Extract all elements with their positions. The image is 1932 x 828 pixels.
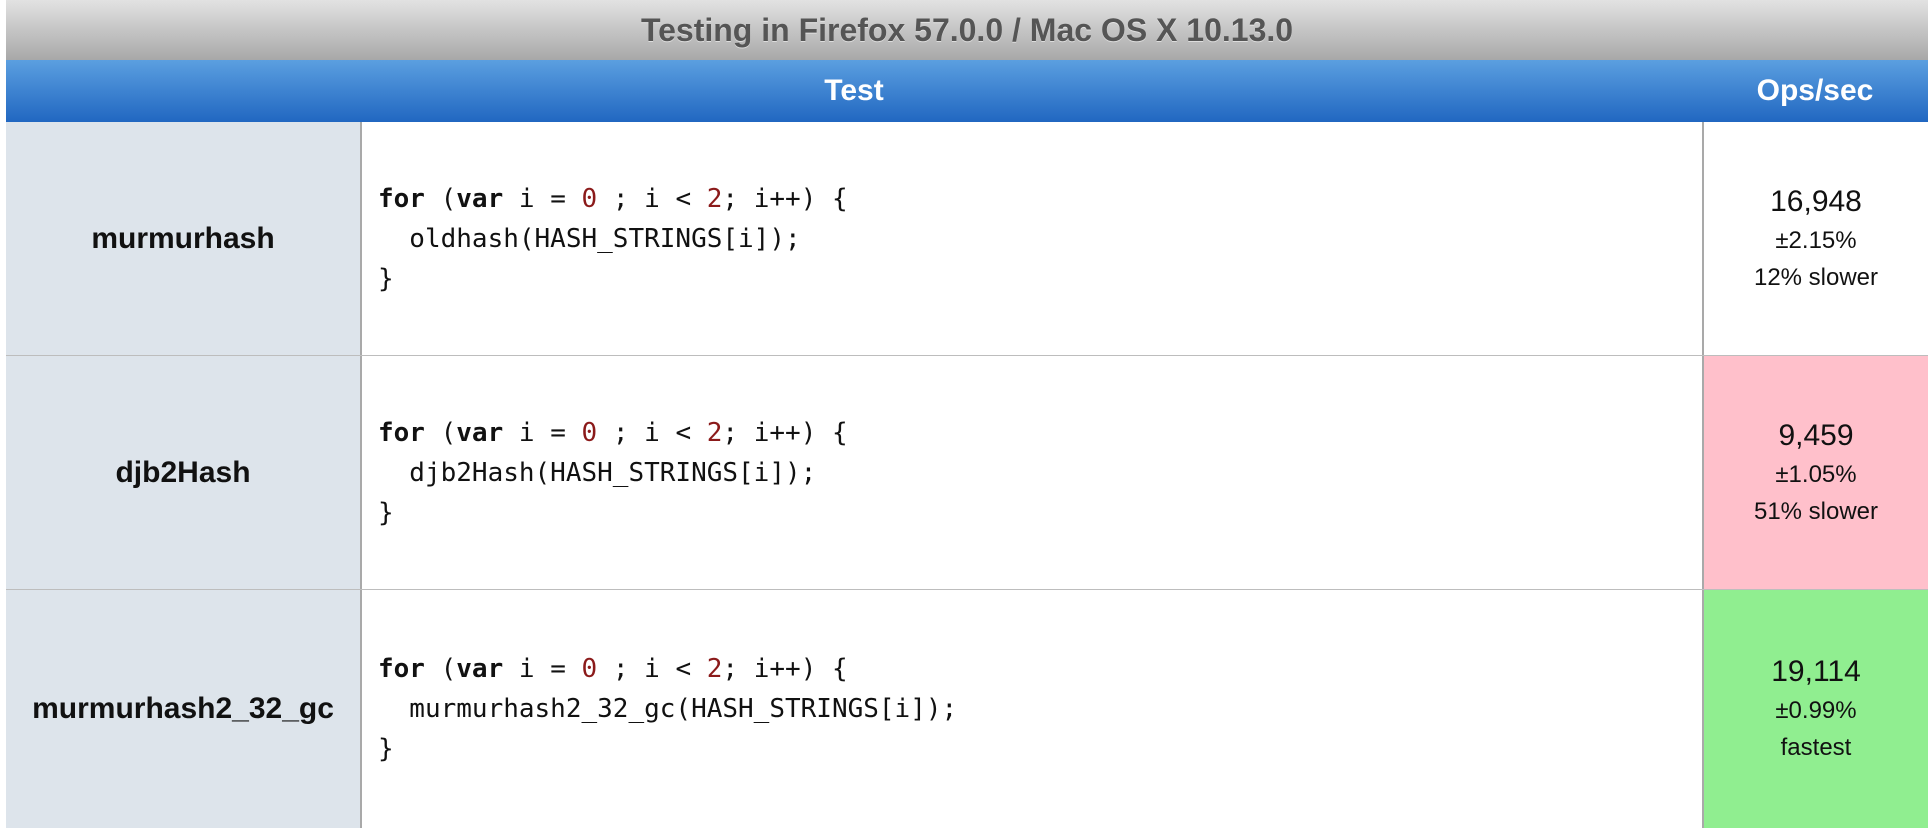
table-row: murmurhash for (var i = 0 ; i < 2; i++) … [6,122,1928,356]
test-name-cell: murmurhash [6,122,360,356]
code-text: ( [424,654,457,684]
code-body-line: djb2Hash(HASH_STRINGS[i]); [378,458,817,488]
code-snippet: for (var i = 0 ; i < 2; i++) { djb2Hash(… [378,413,848,533]
column-header-ops-label: Ops/sec [1756,74,1874,107]
page-title: Testing in Firefox 57.0.0 / Mac OS X 10.… [640,11,1294,48]
code-keyword: var [456,418,504,448]
code-text: ; i < [597,184,707,214]
code-keyword: for [378,418,425,448]
code-close-line: } [378,498,394,528]
code-close-line: } [378,734,394,764]
code-text: ; i++) { [722,654,848,684]
code-snippet: for (var i = 0 ; i < 2; i++) { oldhash(H… [378,179,848,299]
test-name-cell: djb2Hash [6,356,360,590]
ops-value: 9,459 [1778,419,1854,452]
code-text: i = [503,418,582,448]
code-body-line: oldhash(HASH_STRINGS[i]); [378,224,801,254]
results-table: Testing in Firefox 57.0.0 / Mac OS X 10.… [6,0,1928,828]
ops-value: 16,948 [1770,185,1862,218]
column-header-test-label: Test [824,74,884,107]
test-code-cell: for (var i = 0 ; i < 2; i++) { murmurhas… [360,590,1702,828]
code-number: 0 [581,184,598,214]
title-bar: Testing in Firefox 57.0.0 / Mac OS X 10.… [6,0,1928,60]
code-number: 2 [706,654,723,684]
code-keyword: var [456,654,504,684]
code-number: 0 [581,654,598,684]
code-text: i = [503,184,582,214]
code-text: ; i < [597,654,707,684]
ops-error: ±0.99% [1775,697,1857,724]
ops-cell: 9,459 ±1.05% 51% slower [1702,356,1928,590]
table-row: murmurhash2_32_gc for (var i = 0 ; i < 2… [6,590,1928,828]
test-code-cell: for (var i = 0 ; i < 2; i++) { oldhash(H… [360,122,1702,356]
code-snippet: for (var i = 0 ; i < 2; i++) { murmurhas… [378,649,957,769]
test-code-cell: for (var i = 0 ; i < 2; i++) { djb2Hash(… [360,356,1702,590]
ops-cell: 19,114 ±0.99% fastest [1702,590,1928,828]
ops-cell: 16,948 ±2.15% 12% slower [1702,122,1928,356]
test-name-cell: murmurhash2_32_gc [6,590,360,828]
ops-value: 19,114 [1771,655,1861,688]
test-name: djb2Hash [115,456,251,489]
ops-error: ±2.15% [1775,227,1857,254]
test-name: murmurhash2_32_gc [32,692,334,725]
ops-relative: fastest [1780,734,1852,761]
ops-relative: 51% slower [1753,498,1879,525]
code-text: ; i < [597,418,707,448]
code-text: ( [424,418,457,448]
code-text: ( [424,184,457,214]
code-text: ; i++) { [722,418,848,448]
code-keyword: var [456,184,504,214]
column-header-ops: Ops/sec [1702,60,1928,122]
code-keyword: for [378,654,425,684]
ops-relative: 12% slower [1753,264,1879,291]
table-header: Test Ops/sec [6,60,1928,122]
ops-error: ±1.05% [1775,461,1857,488]
test-name: murmurhash [91,222,275,255]
code-number: 2 [706,184,723,214]
code-number: 0 [581,418,598,448]
code-text: ; i++) { [722,184,848,214]
code-number: 2 [706,418,723,448]
code-keyword: for [378,184,425,214]
column-header-test: Test [6,60,1702,122]
code-body-line: murmurhash2_32_gc(HASH_STRINGS[i]); [378,694,958,724]
table-row: djb2Hash for (var i = 0 ; i < 2; i++) { … [6,356,1928,590]
code-close-line: } [378,264,394,294]
code-text: i = [503,654,582,684]
